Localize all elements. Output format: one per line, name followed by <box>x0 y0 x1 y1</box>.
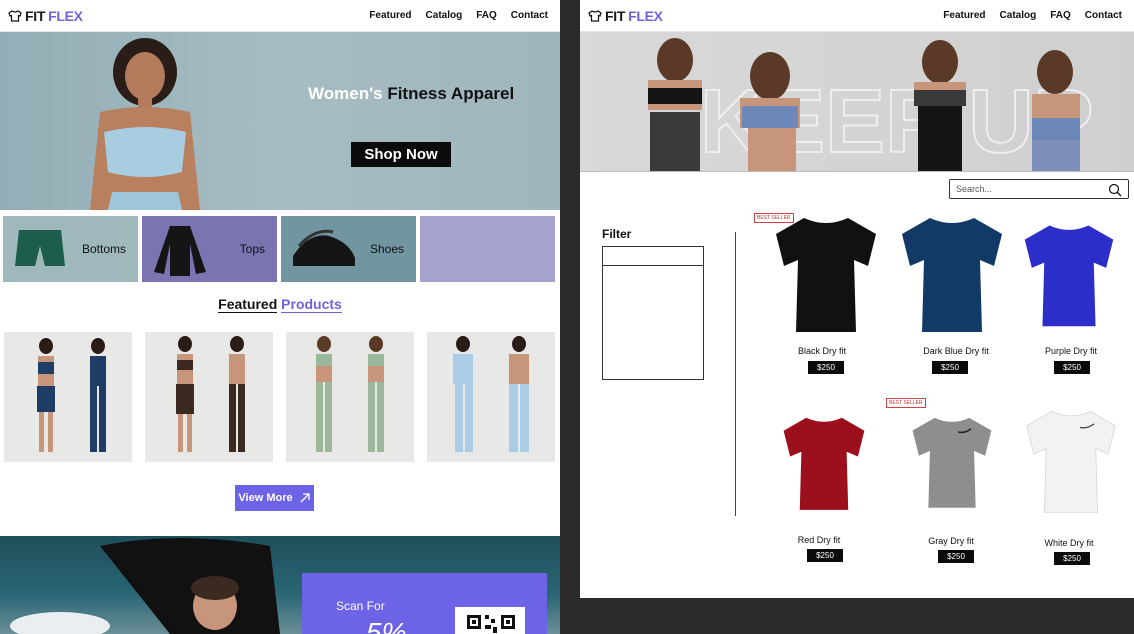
nav-contact[interactable]: Contact <box>1085 10 1122 21</box>
scan-promo-card: Scan For 5% <box>302 573 547 634</box>
hero-model-image <box>90 38 200 210</box>
product-price: $250 <box>807 549 843 562</box>
jacket-image <box>154 226 206 276</box>
product-name[interactable]: Purple Dry fit <box>1016 346 1126 356</box>
shoes-image <box>293 229 355 266</box>
product-image-gray-shirt[interactable] <box>911 402 993 522</box>
hero-title-bold: Fitness Apparel <box>387 84 515 103</box>
product-image <box>453 336 529 452</box>
scan-for-label: Scan For <box>336 599 385 613</box>
product-price: $250 <box>1054 552 1090 565</box>
nav-menu: Featured Catalog FAQ Contact <box>943 10 1122 21</box>
category-row: Bottoms Tops Shoes <box>3 216 555 282</box>
product-card-sage-set[interactable] <box>286 332 414 462</box>
featured-highlight: Products <box>281 296 342 313</box>
category-label: Shoes <box>369 242 404 256</box>
product-price: $250 <box>938 550 974 563</box>
search-input[interactable]: Search... <box>949 179 1129 199</box>
home-page: FIT FLEX Featured Catalog FAQ Contact Wom… <box>0 0 560 634</box>
nav-catalog[interactable]: Catalog <box>1000 10 1037 21</box>
catalog-page: FIT FLEX Featured Catalog FAQ Contact KEE… <box>580 0 1134 598</box>
product-card-navy-set[interactable] <box>4 332 132 462</box>
product-price: $250 <box>1054 361 1090 374</box>
qr-code[interactable] <box>455 607 525 634</box>
product-image-black-shirt[interactable] <box>774 214 878 334</box>
product-name[interactable]: Dark Blue Dry fit <box>901 346 1011 356</box>
product-name[interactable]: Black Dry fit <box>767 346 877 356</box>
top-nav: FIT FLEX Featured Catalog FAQ Contact <box>0 0 560 32</box>
catalog-models-image: KEEP UP <box>648 38 1095 171</box>
shorts-image <box>15 230 65 266</box>
product-image <box>37 338 106 452</box>
nav-faq[interactable]: FAQ <box>1050 10 1071 21</box>
search-placeholder: Search... <box>956 184 993 194</box>
product-card-sky-set[interactable] <box>427 332 555 462</box>
brand-flex: FLEX <box>628 7 663 24</box>
hero-banner: Women's Fitness Apparel Shop Now <box>0 32 560 210</box>
nav-contact[interactable]: Contact <box>511 10 548 21</box>
category-label: Bottoms <box>81 242 126 256</box>
category-tops[interactable]: Tops <box>142 216 277 282</box>
category-more[interactable] <box>420 216 555 282</box>
hero-title: Women's Fitness Apparel <box>308 84 514 104</box>
category-label: Tops <box>239 242 265 256</box>
qr-code-icon <box>467 615 515 633</box>
product-price: $250 <box>808 361 844 374</box>
product-image <box>316 336 384 452</box>
nav-faq[interactable]: FAQ <box>476 10 497 21</box>
brand-fit: FIT <box>605 7 626 24</box>
featured-products <box>4 332 555 462</box>
nav-catalog[interactable]: Catalog <box>426 10 463 21</box>
brand-flex: FLEX <box>48 7 83 24</box>
search-icon[interactable] <box>1108 183 1122 197</box>
filter-panel[interactable] <box>602 265 704 380</box>
shirt-logo-icon <box>8 9 22 22</box>
product-name[interactable]: Gray Dry fit <box>896 536 1006 546</box>
featured-products-heading: Featured Products <box>0 296 560 313</box>
catalog-hero-banner: KEEP UP <box>580 32 1134 172</box>
product-name[interactable]: Red Dry fit <box>764 535 874 545</box>
promo-banner: Scan For 5% <box>0 536 560 634</box>
filter-title: Filter <box>602 227 632 241</box>
shop-now-button[interactable]: Shop Now <box>351 142 451 167</box>
filter-dropdown[interactable] <box>602 246 704 266</box>
product-name[interactable]: White Dry fit <box>1014 538 1124 548</box>
category-bottoms[interactable]: Bottoms <box>3 216 138 282</box>
nav-featured[interactable]: Featured <box>943 10 985 21</box>
view-more-label: View More <box>238 492 293 504</box>
product-image-red-shirt[interactable] <box>782 404 866 522</box>
arrow-up-right-icon <box>300 493 310 503</box>
category-shoes[interactable]: Shoes <box>281 216 416 282</box>
brand-logo[interactable]: FIT FLEX <box>588 8 663 24</box>
product-image <box>176 336 245 452</box>
product-card-brown-set[interactable] <box>145 332 273 462</box>
view-more-button[interactable]: View More <box>235 485 314 511</box>
top-nav: FIT FLEX Featured Catalog FAQ Contact <box>580 0 1134 32</box>
nav-menu: Featured Catalog FAQ Contact <box>369 10 548 21</box>
brand-fit: FIT <box>25 7 46 24</box>
nav-featured[interactable]: Featured <box>369 10 411 21</box>
discount-value: 5% <box>366 617 407 634</box>
product-price: $250 <box>932 361 968 374</box>
promo-model-image <box>10 538 280 634</box>
filter-divider <box>735 232 736 516</box>
shirt-logo-icon <box>588 9 602 22</box>
product-image-white-shirt[interactable] <box>1025 402 1117 520</box>
product-image-purple-shirt[interactable] <box>1023 218 1115 332</box>
hero-title-light: Women's <box>308 84 383 103</box>
featured-prefix: Featured <box>218 296 278 313</box>
brand-logo[interactable]: FIT FLEX <box>8 8 83 24</box>
product-image-dark-blue-shirt[interactable] <box>900 214 1004 334</box>
